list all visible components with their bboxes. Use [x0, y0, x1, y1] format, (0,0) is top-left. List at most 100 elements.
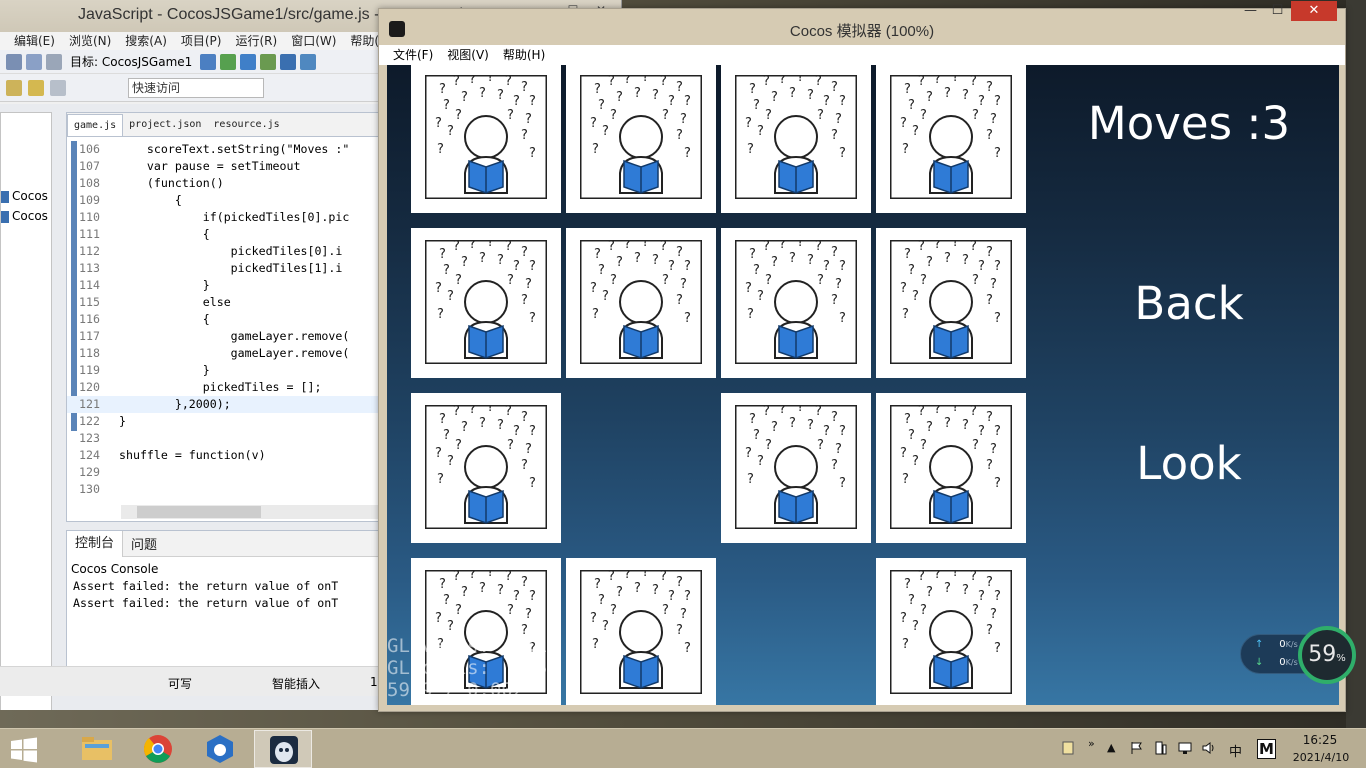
menu-project[interactable]: 项目(P) [181, 32, 222, 50]
show-hidden-icons[interactable]: ▲ [1107, 741, 1115, 754]
code-line[interactable]: 117 gameLayer.remove( [67, 328, 387, 345]
memory-tile[interactable]: ???????????????????? [566, 228, 716, 378]
explorer-item[interactable]: Cocos [1, 209, 48, 223]
tab-resource-js[interactable]: resource.js [207, 114, 285, 136]
memory-tile[interactable]: ???????????????????? [876, 65, 1026, 213]
svg-text:?: ? [594, 577, 601, 592]
next-edit-icon[interactable] [50, 79, 66, 96]
editor-horizontal-scrollbar[interactable] [121, 505, 383, 519]
menu-help[interactable]: 帮助(H) [503, 45, 545, 65]
code-line[interactable]: 120 pickedTiles = []; [67, 379, 387, 396]
memory-tile[interactable]: ???????????????????? [411, 65, 561, 213]
taskbar-chrome[interactable] [129, 730, 187, 768]
code-line[interactable]: 106 scoreText.setString("Moves :" [67, 141, 387, 158]
svg-text:?: ? [443, 428, 450, 443]
code-line[interactable]: 123 [67, 430, 387, 447]
code-line[interactable]: 116 { [67, 311, 387, 328]
build-icon[interactable] [260, 53, 277, 70]
network-speed-widget[interactable]: ↑ 0K/s ↓ 0K/s 59% [1240, 626, 1360, 686]
code-line[interactable]: 124 shuffle = function(v) [67, 447, 387, 464]
look-button[interactable]: Look [1039, 437, 1339, 490]
new-file-icon[interactable] [6, 53, 22, 70]
simulator-minimize-button[interactable]: — [1237, 1, 1264, 21]
memory-tile[interactable]: ???????????????????? [721, 65, 871, 213]
ime-language-indicator[interactable]: 中 [1229, 741, 1242, 760]
scrollbar-thumb[interactable] [137, 506, 261, 518]
settings-icon[interactable] [280, 53, 297, 70]
code-line[interactable]: 112 pickedTiles[0].i [67, 243, 387, 260]
save-icon[interactable] [26, 53, 42, 70]
clock-date[interactable]: 2021/4/10 [1288, 751, 1354, 764]
run-target-label[interactable]: 目标: CocosJSGame1 [70, 53, 192, 70]
menu-file[interactable]: 文件(F) [393, 45, 433, 65]
memory-tile[interactable]: ???????????????????? [876, 558, 1026, 705]
explorer-item[interactable]: Cocos [1, 189, 48, 203]
memory-tile[interactable]: ???????????????????? [721, 393, 871, 543]
code-text: gameLayer.remove( [119, 329, 350, 343]
forward-nav-icon[interactable] [28, 79, 44, 96]
taskbar-cocos-code-ide[interactable] [191, 730, 249, 768]
code-line[interactable]: 109 { [67, 192, 387, 209]
code-line[interactable]: 114 } [67, 277, 387, 294]
simulator-maximize-button[interactable]: ☐ [1264, 1, 1291, 21]
svg-text:?: ? [608, 570, 615, 584]
memory-tile[interactable]: ???????????????????? [876, 393, 1026, 543]
memory-tile[interactable]: ???????????????????? [411, 393, 561, 543]
code-line[interactable]: 129 [67, 464, 387, 481]
memory-tile[interactable]: ???????????????????? [566, 65, 716, 213]
menu-edit[interactable]: 编辑(E) [14, 32, 55, 50]
code-line[interactable]: 107 var pause = setTimeout [67, 158, 387, 175]
taskbar-cocos-simulator[interactable] [254, 730, 312, 768]
code-line[interactable]: 110 if(pickedTiles[0].pic [67, 209, 387, 226]
code-line[interactable]: 113 pickedTiles[1].i [67, 260, 387, 277]
menu-search[interactable]: 搜索(A) [125, 32, 167, 50]
code-editor[interactable]: game.js project.json resource.js 106 sco… [66, 112, 387, 522]
menu-view[interactable]: 视图(V) [447, 45, 489, 65]
svg-text:?: ? [437, 142, 444, 157]
clock-time[interactable]: 16:25 [1300, 733, 1340, 747]
debug-icon[interactable] [240, 53, 257, 70]
ime-mode-indicator[interactable]: M [1257, 739, 1276, 759]
game-canvas[interactable]: ????????????????????????????????????????… [387, 65, 1339, 705]
deploy-icon[interactable] [200, 53, 217, 70]
code-line[interactable]: 108 (function() [67, 175, 387, 192]
tab-console[interactable]: 控制台 [67, 530, 124, 557]
globe-icon[interactable] [300, 53, 317, 70]
simulator-titlebar[interactable]: Cocos 模拟器 (100%) — ☐ ✕ [379, 1, 1345, 45]
memory-tile[interactable]: ???????????????????? [411, 228, 561, 378]
tab-problems[interactable]: 问题 [123, 534, 165, 553]
flag-note-icon[interactable] [1062, 741, 1076, 755]
code-line[interactable]: 111 { [67, 226, 387, 243]
svg-text:?: ? [602, 124, 609, 139]
print-icon[interactable] [46, 53, 62, 70]
memory-tile[interactable]: ???????????????????? [721, 228, 871, 378]
code-line[interactable]: 115 else [67, 294, 387, 311]
chevron-up-icon[interactable]: » [1088, 737, 1095, 750]
memory-tile[interactable]: ???????????????????? [566, 558, 716, 705]
windows-start-icon[interactable] [10, 737, 38, 763]
run-icon[interactable] [220, 53, 237, 70]
tab-game-js[interactable]: game.js [67, 114, 124, 136]
menu-window[interactable]: 窗口(W) [291, 32, 336, 50]
code-line[interactable]: 122} [67, 413, 387, 430]
memory-tile[interactable]: ???????????????????? [876, 228, 1026, 378]
taskbar-file-explorer[interactable] [68, 730, 126, 768]
menu-navigate[interactable]: 浏览(N) [69, 32, 111, 50]
folder-icon [82, 737, 112, 760]
simulator-close-button[interactable]: ✕ [1291, 1, 1337, 21]
action-center-flag-icon[interactable] [1130, 741, 1144, 755]
code-line[interactable]: 118 gameLayer.remove( [67, 345, 387, 362]
back-button[interactable]: Back [1039, 277, 1339, 330]
menu-run[interactable]: 运行(R) [235, 32, 277, 50]
code-line[interactable]: 121 },2000); [67, 396, 387, 413]
quick-access-input[interactable]: 快速访问 [128, 77, 264, 98]
back-nav-icon[interactable] [6, 79, 22, 96]
network-icon[interactable] [1178, 741, 1192, 755]
volume-icon[interactable] [1202, 741, 1216, 755]
tab-project-json[interactable]: project.json [123, 114, 207, 136]
code-area[interactable]: 106 scoreText.setString("Moves :" 107 var… [67, 141, 387, 498]
device-icon[interactable] [1154, 741, 1168, 755]
code-line[interactable]: 119 } [67, 362, 387, 379]
svg-text:?: ? [986, 80, 993, 95]
code-line[interactable]: 130 [67, 481, 387, 498]
